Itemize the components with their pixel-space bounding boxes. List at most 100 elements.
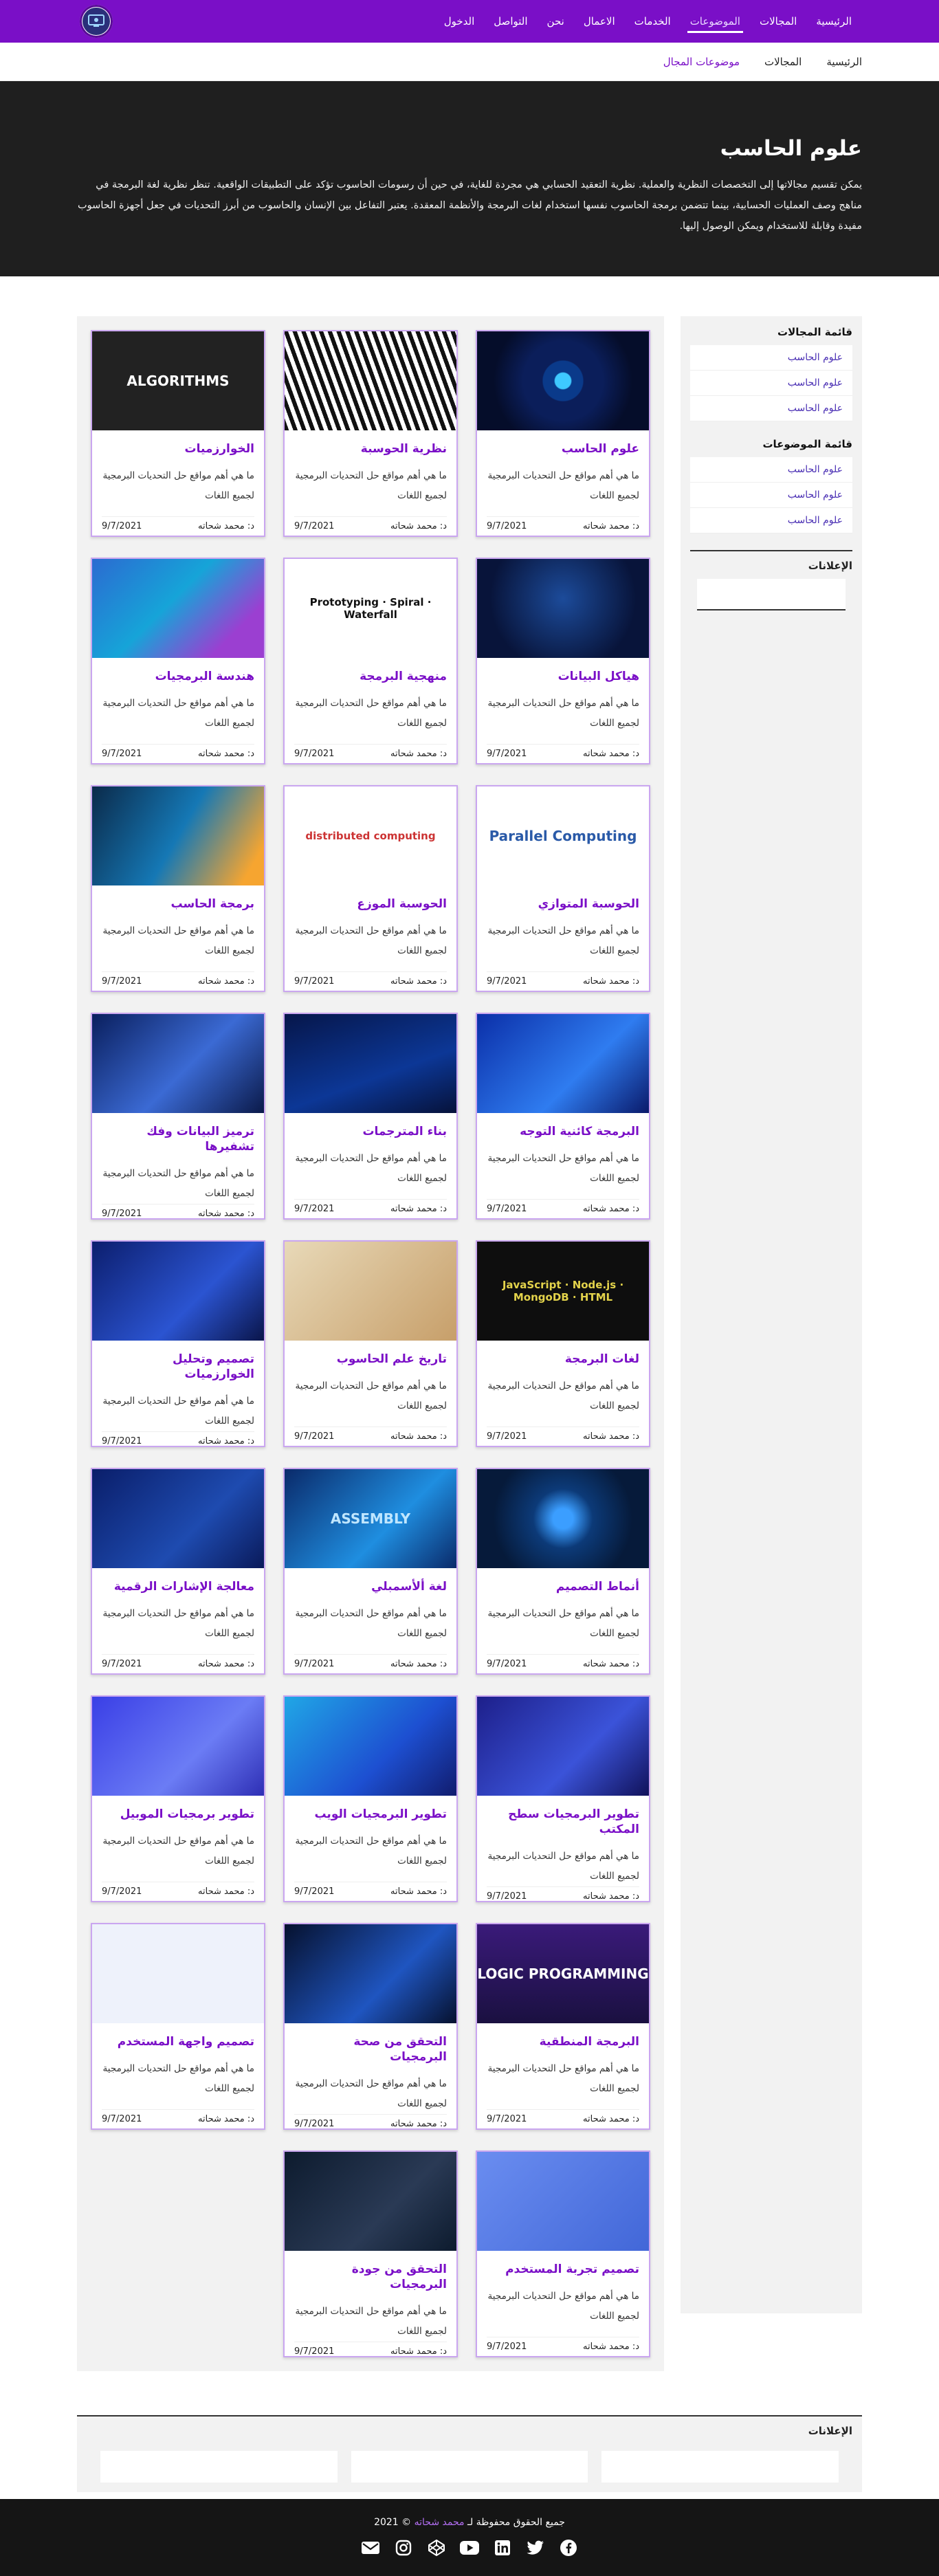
topic-link[interactable]: علوم الحاسب	[690, 508, 852, 533]
nav-topics[interactable]: الموضوعات	[681, 0, 750, 43]
topic-card-title[interactable]: هياكل البيانات	[487, 669, 639, 684]
subnav-field-topics[interactable]: موضوعات المجال	[663, 56, 740, 68]
topic-card-title[interactable]: تطوير البرمجيات الويب	[294, 1807, 447, 1822]
subnav-home[interactable]: الرئيسية	[826, 56, 862, 68]
topic-card[interactable]: LOGIC PROGRAMMING البرمجة المنطقية ما هي أ…	[476, 1923, 650, 2130]
field-link[interactable]: علوم الحاسب	[690, 371, 852, 396]
topic-card-title[interactable]: برمجة الحاسب	[102, 896, 254, 912]
topic-card-image[interactable]	[92, 1469, 264, 1568]
topic-card-image[interactable]: Parallel Computing	[477, 786, 649, 885]
topic-card[interactable]: تطوير البرمجيات سطح المكتب ما هي أهم مواق…	[476, 1695, 650, 1902]
topic-card-title[interactable]: منهجية البرمجة	[294, 669, 447, 684]
topic-card-title[interactable]: نظرية الحوسبة	[294, 441, 447, 456]
nav-fields[interactable]: المجالات	[750, 0, 806, 43]
topic-card-image[interactable]	[285, 1242, 456, 1341]
topic-card-image[interactable]	[285, 2152, 456, 2251]
topic-card-title[interactable]: هندسة البرمجيات	[102, 669, 254, 684]
topic-card[interactable]: تصميم تجربة المستخدم ما هي أهم مواقع حل ا…	[476, 2150, 650, 2357]
topic-card-image[interactable]	[92, 786, 264, 885]
topic-card[interactable]: ASSEMBLY لغة ألأسمبلي ما هي أهم مواقع حل ا…	[283, 1468, 458, 1675]
topic-card[interactable]: أنماط التصميم ما هي أهم مواقع حل التحديات…	[476, 1468, 650, 1675]
topic-card[interactable]: بناء المترجمات ما هي أهم مواقع حل التحديا…	[283, 1013, 458, 1220]
topic-card-title[interactable]: البرمجة كائنية التوجه	[487, 1124, 639, 1139]
topic-card[interactable]: ترميز البيانات وفك تشفيرها ما هي أهم مواق…	[91, 1013, 265, 1220]
codepen-icon[interactable]	[426, 2538, 447, 2558]
topic-card-title[interactable]: ترميز البيانات وفك تشفيرها	[102, 1124, 254, 1154]
topic-card[interactable]: التحقق من جودة البرمجيات ما هي أهم مواقع …	[283, 2150, 458, 2357]
topic-link[interactable]: علوم الحاسب	[690, 457, 852, 483]
topic-card-image[interactable]	[92, 1014, 264, 1113]
author-link[interactable]: محمد شحاته	[415, 2517, 465, 2528]
topic-card-title[interactable]: لغات البرمجة	[487, 1352, 639, 1367]
topic-card[interactable]: ALGORITHMS الخوارزميات ما هي أهم مواقع حل …	[91, 330, 265, 537]
sidebar-ad-slot[interactable]	[697, 579, 846, 610]
topic-card-image[interactable]	[285, 331, 456, 430]
topic-card-image[interactable]	[92, 1242, 264, 1341]
linkedin-icon[interactable]	[492, 2538, 513, 2558]
topic-card-title[interactable]: التحقق من صحة البرمجيات	[294, 2034, 447, 2065]
topic-card-image[interactable]: ASSEMBLY	[285, 1469, 456, 1568]
instagram-icon[interactable]	[393, 2538, 414, 2558]
topic-link[interactable]: علوم الحاسب	[690, 483, 852, 508]
topic-card[interactable]: نظرية الحوسبة ما هي أهم مواقع حل التحديات…	[283, 330, 458, 537]
topic-card-image[interactable]	[285, 1014, 456, 1113]
subnav-fields[interactable]: المجالات	[764, 56, 802, 68]
topic-card-image[interactable]	[477, 559, 649, 658]
nav-works[interactable]: الاعمال	[574, 0, 625, 43]
topic-card[interactable]: هندسة البرمجيات ما هي أهم مواقع حل التحدي…	[91, 558, 265, 764]
topic-card[interactable]: معالجة الإشارات الرقمية ما هي أهم مواقع ح…	[91, 1468, 265, 1675]
topic-card-image[interactable]	[477, 2152, 649, 2251]
topic-card-image[interactable]: ALGORITHMS	[92, 331, 264, 430]
nav-about[interactable]: نحن	[538, 0, 574, 43]
ad-slot[interactable]	[100, 2451, 338, 2483]
topic-card-title[interactable]: الحوسبة المتوازي	[487, 896, 639, 912]
topic-card[interactable]: البرمجة كائنية التوجه ما هي أهم مواقع حل …	[476, 1013, 650, 1220]
topic-card-image[interactable]: Prototyping · Spiral · Waterfall	[285, 559, 456, 658]
topic-card-image[interactable]: LOGIC PROGRAMMING	[477, 1924, 649, 2023]
topic-card-image[interactable]: JavaScript · Node.js · MongoDB · HTML	[477, 1242, 649, 1341]
topic-card-title[interactable]: تطوير برمجيات الموبيل	[102, 1807, 254, 1822]
twitter-icon[interactable]	[525, 2538, 546, 2558]
facebook-icon[interactable]	[558, 2538, 579, 2558]
topic-card-title[interactable]: الحوسبة الموزع	[294, 896, 447, 912]
nav-contact[interactable]: التواصل	[484, 0, 537, 43]
topic-card-title[interactable]: بناء المترجمات	[294, 1124, 447, 1139]
topic-card-title[interactable]: تطوير البرمجيات سطح المكتب	[487, 1807, 639, 1837]
topic-card-image[interactable]	[285, 1924, 456, 2023]
site-logo[interactable]	[80, 5, 113, 38]
ad-slot[interactable]	[601, 2451, 839, 2483]
topic-card-title[interactable]: أنماط التصميم	[487, 1579, 639, 1594]
topic-card-title[interactable]: علوم الحاسب	[487, 441, 639, 456]
topic-card-image[interactable]	[477, 1469, 649, 1568]
topic-card[interactable]: علوم الحاسب ما هي أهم مواقع حل التحديات ا…	[476, 330, 650, 537]
nav-login[interactable]: الدخول	[434, 0, 485, 43]
nav-home[interactable]: الرئيسية	[806, 0, 861, 43]
field-link[interactable]: علوم الحاسب	[690, 345, 852, 371]
topic-card-title[interactable]: تاريخ علم الحاسوب	[294, 1352, 447, 1367]
field-link[interactable]: علوم الحاسب	[690, 396, 852, 421]
topic-card-image[interactable]	[477, 1697, 649, 1796]
topic-card[interactable]: برمجة الحاسب ما هي أهم مواقع حل التحديات …	[91, 785, 265, 992]
topic-card-title[interactable]: البرمجة المنطقية	[487, 2034, 639, 2049]
topic-card[interactable]: Prototyping · Spiral · Waterfall منهجية ا…	[283, 558, 458, 764]
nav-services[interactable]: الخدمات	[625, 0, 681, 43]
email-icon[interactable]	[360, 2538, 381, 2558]
topic-card-title[interactable]: لغة ألأسمبلي	[294, 1579, 447, 1594]
topic-card[interactable]: التحقق من صحة البرمجيات ما هي أهم مواقع ح…	[283, 1923, 458, 2130]
topic-card-image[interactable]	[477, 1014, 649, 1113]
topic-card[interactable]: هياكل البيانات ما هي أهم مواقع حل التحديا…	[476, 558, 650, 764]
topic-card-title[interactable]: معالجة الإشارات الرقمية	[102, 1579, 254, 1594]
topic-card-title[interactable]: تصميم وتحليل الخوارزميات	[102, 1352, 254, 1382]
topic-card-image[interactable]	[285, 1697, 456, 1796]
ad-slot[interactable]	[351, 2451, 588, 2483]
topic-card-title[interactable]: الخوارزميات	[102, 441, 254, 456]
topic-card-image[interactable]: distributed computing	[285, 786, 456, 885]
topic-card-title[interactable]: تصميم واجهة المستخدم	[102, 2034, 254, 2049]
topic-card[interactable]: distributed computing الحوسبة الموزع ما هي…	[283, 785, 458, 992]
topic-card[interactable]: تطوير البرمجيات الويب ما هي أهم مواقع حل …	[283, 1695, 458, 1902]
topic-card[interactable]: تاريخ علم الحاسوب ما هي أهم مواقع حل التح…	[283, 1240, 458, 1447]
topic-card-image[interactable]	[477, 331, 649, 430]
topic-card-title[interactable]: تصميم تجربة المستخدم	[487, 2262, 639, 2277]
topic-card-image[interactable]	[92, 559, 264, 658]
youtube-icon[interactable]	[459, 2538, 480, 2558]
